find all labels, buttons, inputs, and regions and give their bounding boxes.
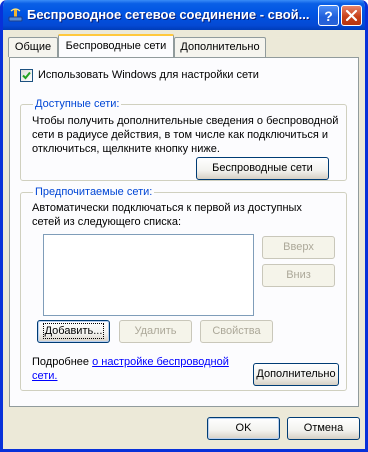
ok-label: OK [235,422,252,434]
available-networks-desc-3: отключиться, щелкните кнопку ниже. [32,143,220,155]
network-properties-label: Свойства [212,325,261,337]
network-connection-icon [8,8,23,22]
learn-more-line2: сети. [32,369,58,383]
tab-advanced-label: Дополнительно [180,41,260,53]
checkmark-icon [22,71,31,80]
title-bar[interactable]: Беспроводное сетевое соединение - свой..… [3,0,365,30]
question-icon: ? [324,8,333,24]
preferred-networks-desc-2: сетей из следующего списка: [32,216,182,228]
svg-text:?: ? [324,8,333,24]
cancel-label: Отмена [303,422,344,434]
preferred-networks-list[interactable] [43,234,254,316]
close-button[interactable] [341,5,362,26]
add-network-button[interactable]: Добавить... [37,320,110,343]
view-wireless-networks-label: Беспроводные сети [212,162,313,174]
dialog-window: Беспроводное сетевое соединение - свой..… [0,0,368,452]
preferred-networks-title: Предпочитаемые сети: [33,186,155,199]
learn-more-prefix: Подробнее [32,356,93,368]
available-networks-desc-1: Чтобы получить дополнительные сведения о… [32,115,339,127]
tab-wireless-networks-label: Беспроводные сети [65,40,167,52]
cancel-button[interactable]: Отмена [287,417,360,440]
advanced-settings-button[interactable]: Дополнительно [253,363,339,386]
window-title: Беспроводное сетевое соединение - свой..… [27,7,310,22]
advanced-settings-label: Дополнительно [256,368,336,380]
tab-advanced[interactable]: Дополнительно [174,37,266,57]
close-icon [345,9,358,22]
available-networks-title: Доступные сети: [33,98,122,111]
learn-more-link[interactable]: о настройке беспроводной [92,356,229,368]
move-down-button[interactable]: Вниз [262,264,335,287]
learn-more-line1: Подробнее о настройке беспроводной [32,355,229,369]
move-up-button[interactable]: Вверх [262,236,335,259]
use-windows-checkbox[interactable] [20,69,33,82]
preferred-networks-desc-1: Автоматически подключаться к первой из д… [32,202,302,214]
remove-network-button[interactable]: Удалить [119,320,192,343]
tab-general[interactable]: Общие [8,37,58,57]
move-up-label: Вверх [283,241,314,253]
move-down-label: Вниз [286,269,311,281]
learn-more-link-continued[interactable]: сети. [32,370,58,382]
available-networks-desc-2: сети в радиусе действия, в том числе как… [32,129,328,141]
tab-wireless-networks[interactable]: Беспроводные сети [58,34,174,57]
add-network-label: Добавить... [42,323,105,339]
view-wireless-networks-button[interactable]: Беспроводные сети [196,157,329,180]
ok-button[interactable]: OK [207,417,280,440]
help-button[interactable]: ? [318,5,339,26]
use-windows-label: Использовать Windows для настройки сети [38,69,259,81]
remove-network-label: Удалить [134,325,177,337]
network-properties-button[interactable]: Свойства [200,320,273,343]
tab-general-label: Общие [14,41,52,53]
